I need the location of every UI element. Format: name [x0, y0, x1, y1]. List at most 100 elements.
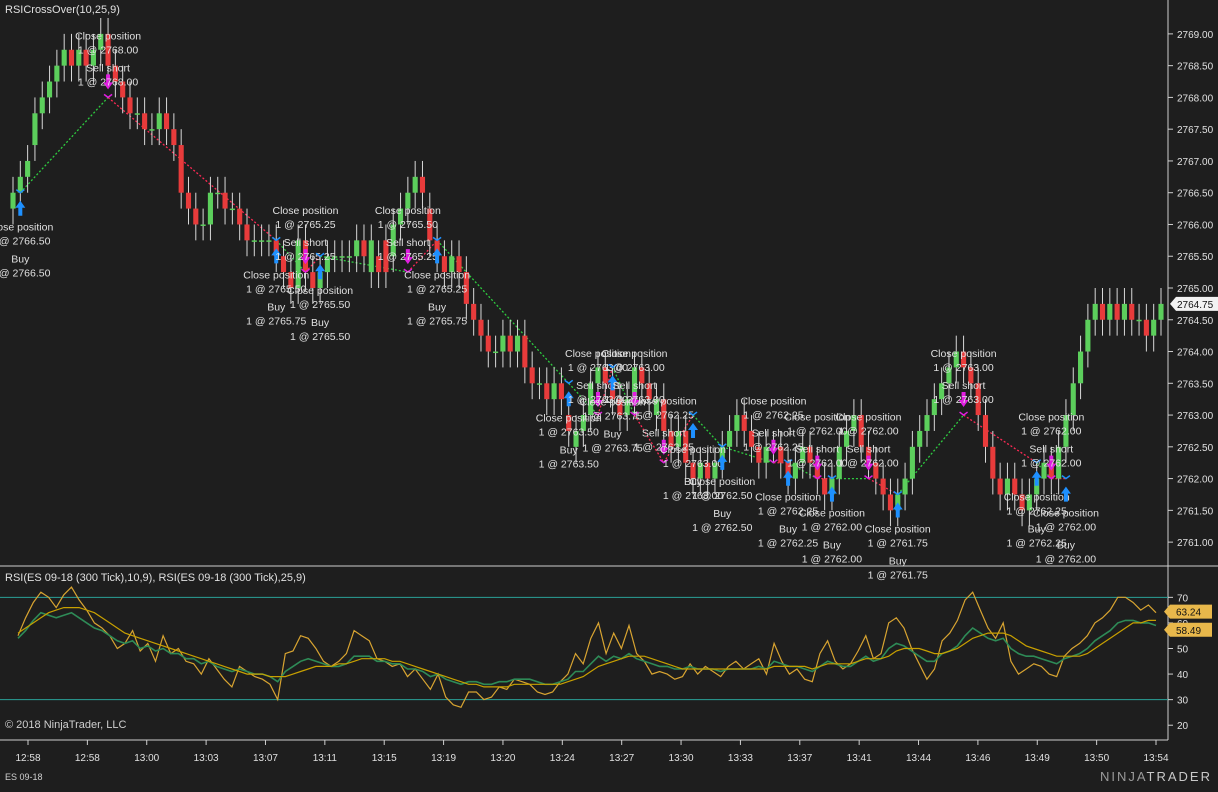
candle-up: [727, 430, 733, 447]
signal-label: 1 @ 2763.00: [933, 394, 993, 406]
time-tick-label: 13:11: [313, 753, 338, 764]
copyright-text: © 2018 NinjaTrader, LLC: [5, 719, 127, 731]
signal-label: Close position: [931, 348, 997, 360]
signal-label: Buy: [1057, 540, 1076, 552]
signal-label: Close position: [799, 508, 865, 520]
signal-label: Sell short: [1029, 444, 1073, 456]
time-tick-label: 13:44: [906, 753, 931, 764]
signal-label: 1 @ 2763.50: [539, 458, 599, 470]
price-tick-label: 2768.50: [1177, 62, 1214, 73]
candle-up: [39, 97, 45, 114]
signal-label: 1 @ 2765.50: [378, 219, 438, 231]
price-tick-label: 2761.50: [1177, 506, 1214, 517]
chart-svg[interactable]: 2769.00 2768.50 2768.00 2767.50 2767.00 2766.…: [0, 0, 1218, 787]
candle-down: [982, 415, 989, 447]
signal-label: Close position: [755, 492, 821, 504]
signal-label: Sell short: [386, 237, 430, 249]
candle-down: [478, 319, 484, 336]
time-tick-label: 13:03: [194, 753, 219, 764]
rsi-tick-label: 20: [1177, 721, 1189, 732]
signal-label: 1 @ 2761.75: [868, 537, 928, 549]
candle-up: [412, 176, 418, 193]
price-tick-label: 2762.00: [1177, 475, 1214, 486]
signal-label: 1 @ 2762.00: [838, 426, 898, 438]
price-tick-label: 2765.00: [1177, 284, 1214, 295]
candle-up: [251, 240, 257, 242]
signal-label: 1 @ 2768.00: [78, 44, 138, 56]
time-tick-label: 13:41: [847, 753, 872, 764]
signal-label: Buy: [428, 301, 447, 313]
signal-label: Close position: [631, 396, 697, 408]
signal-label: 1 @ 2762.00: [802, 522, 862, 534]
signal-label: Close position: [243, 269, 309, 281]
signal-label: Buy: [823, 540, 842, 552]
candle-down: [558, 383, 564, 400]
candle-up: [1092, 303, 1098, 320]
indicator-label: RSI(ES 09-18 (300 Tick),10,9), RSI(ES 09…: [5, 572, 306, 584]
ninjatrader-logo: NINJATRADER: [1100, 769, 1212, 784]
signal-label: Close position: [740, 396, 806, 408]
signal-label: 1 @ 2765.25: [275, 251, 335, 263]
signal-label: Sell short: [795, 444, 839, 456]
candle-up: [215, 192, 221, 195]
status-instrument: ES 09-18: [5, 772, 43, 782]
signal-label: Close position: [404, 269, 470, 281]
time-tick-label: 13:07: [253, 753, 278, 764]
signal-label: 1 @ 2765.75: [246, 315, 306, 327]
candle-up: [17, 176, 23, 193]
price-tick-label: 2763.50: [1177, 379, 1214, 390]
time-tick-label: 13:00: [134, 753, 159, 764]
time-tick-label: 12:58: [75, 753, 100, 764]
candle-up: [259, 240, 265, 242]
price-tick-label: 2763.00: [1177, 411, 1214, 422]
time-tick-label: 13:54: [1143, 753, 1168, 764]
price-tick-label: 2761.00: [1177, 538, 1214, 549]
signal-label: 1 @ 2763.00: [604, 362, 664, 374]
candle-up: [1136, 319, 1142, 322]
candle-up: [1158, 303, 1164, 320]
signal-label: 1 @ 2762.00: [1036, 554, 1096, 566]
candle-up: [229, 208, 235, 211]
candle-up: [10, 192, 16, 209]
time-tick-label: 13:15: [372, 753, 397, 764]
candle-down: [163, 113, 170, 130]
signal-label: Close position: [836, 412, 902, 424]
candle-down: [1143, 319, 1149, 336]
brand-prefix: NINJA: [1099, 769, 1147, 784]
candle-up: [1107, 303, 1113, 320]
signal-label: 1 @ 2762.25: [634, 410, 694, 422]
price-tick-label: 2764.50: [1177, 316, 1214, 327]
signal-label: Buy: [889, 555, 908, 567]
signal-label: 1 @ 2763.50: [539, 426, 599, 438]
candle-down: [1114, 303, 1120, 320]
rsi-value-label: 63.24: [1176, 608, 1201, 619]
price-tick-label: 2767.50: [1177, 125, 1214, 136]
signal-label: 1 @ 2765.25: [407, 283, 467, 295]
candle-down: [178, 145, 184, 193]
candle-up: [134, 113, 140, 115]
signal-label: 1 @ 2762.00: [1036, 522, 1096, 534]
signal-label: Sell short: [86, 62, 130, 74]
candle-down: [419, 176, 426, 193]
candle-up: [25, 160, 31, 177]
signal-label: Close position: [75, 30, 141, 42]
signal-label: 1 @ 2762.50: [692, 522, 752, 534]
chart-canvas[interactable]: 2769.00 2768.50 2768.00 2767.50 2767.00 2766.…: [0, 0, 1218, 787]
candle-up: [207, 192, 213, 225]
signal-label: 1 @ 2762.00: [838, 458, 898, 470]
signal-label: 1 @ 2766.50: [0, 236, 51, 248]
signal-label: Close position: [273, 205, 339, 217]
candle-up: [514, 335, 521, 352]
signal-label: Buy: [779, 524, 798, 536]
signal-label: Close position: [287, 285, 353, 297]
time-tick-label: 13:20: [490, 753, 515, 764]
strategy-label: RSICrossOver(10,25,9): [5, 4, 120, 16]
signal-label: 1 @ 2762.25: [758, 538, 818, 550]
candle-down: [822, 478, 828, 495]
time-tick-label: 13:37: [787, 753, 812, 764]
candle-down: [1129, 303, 1135, 320]
time-tick-label: 13:33: [728, 753, 753, 764]
signal-label: Close position: [1018, 412, 1084, 424]
time-tick-label: 12:58: [15, 753, 40, 764]
candle-up: [61, 49, 67, 66]
